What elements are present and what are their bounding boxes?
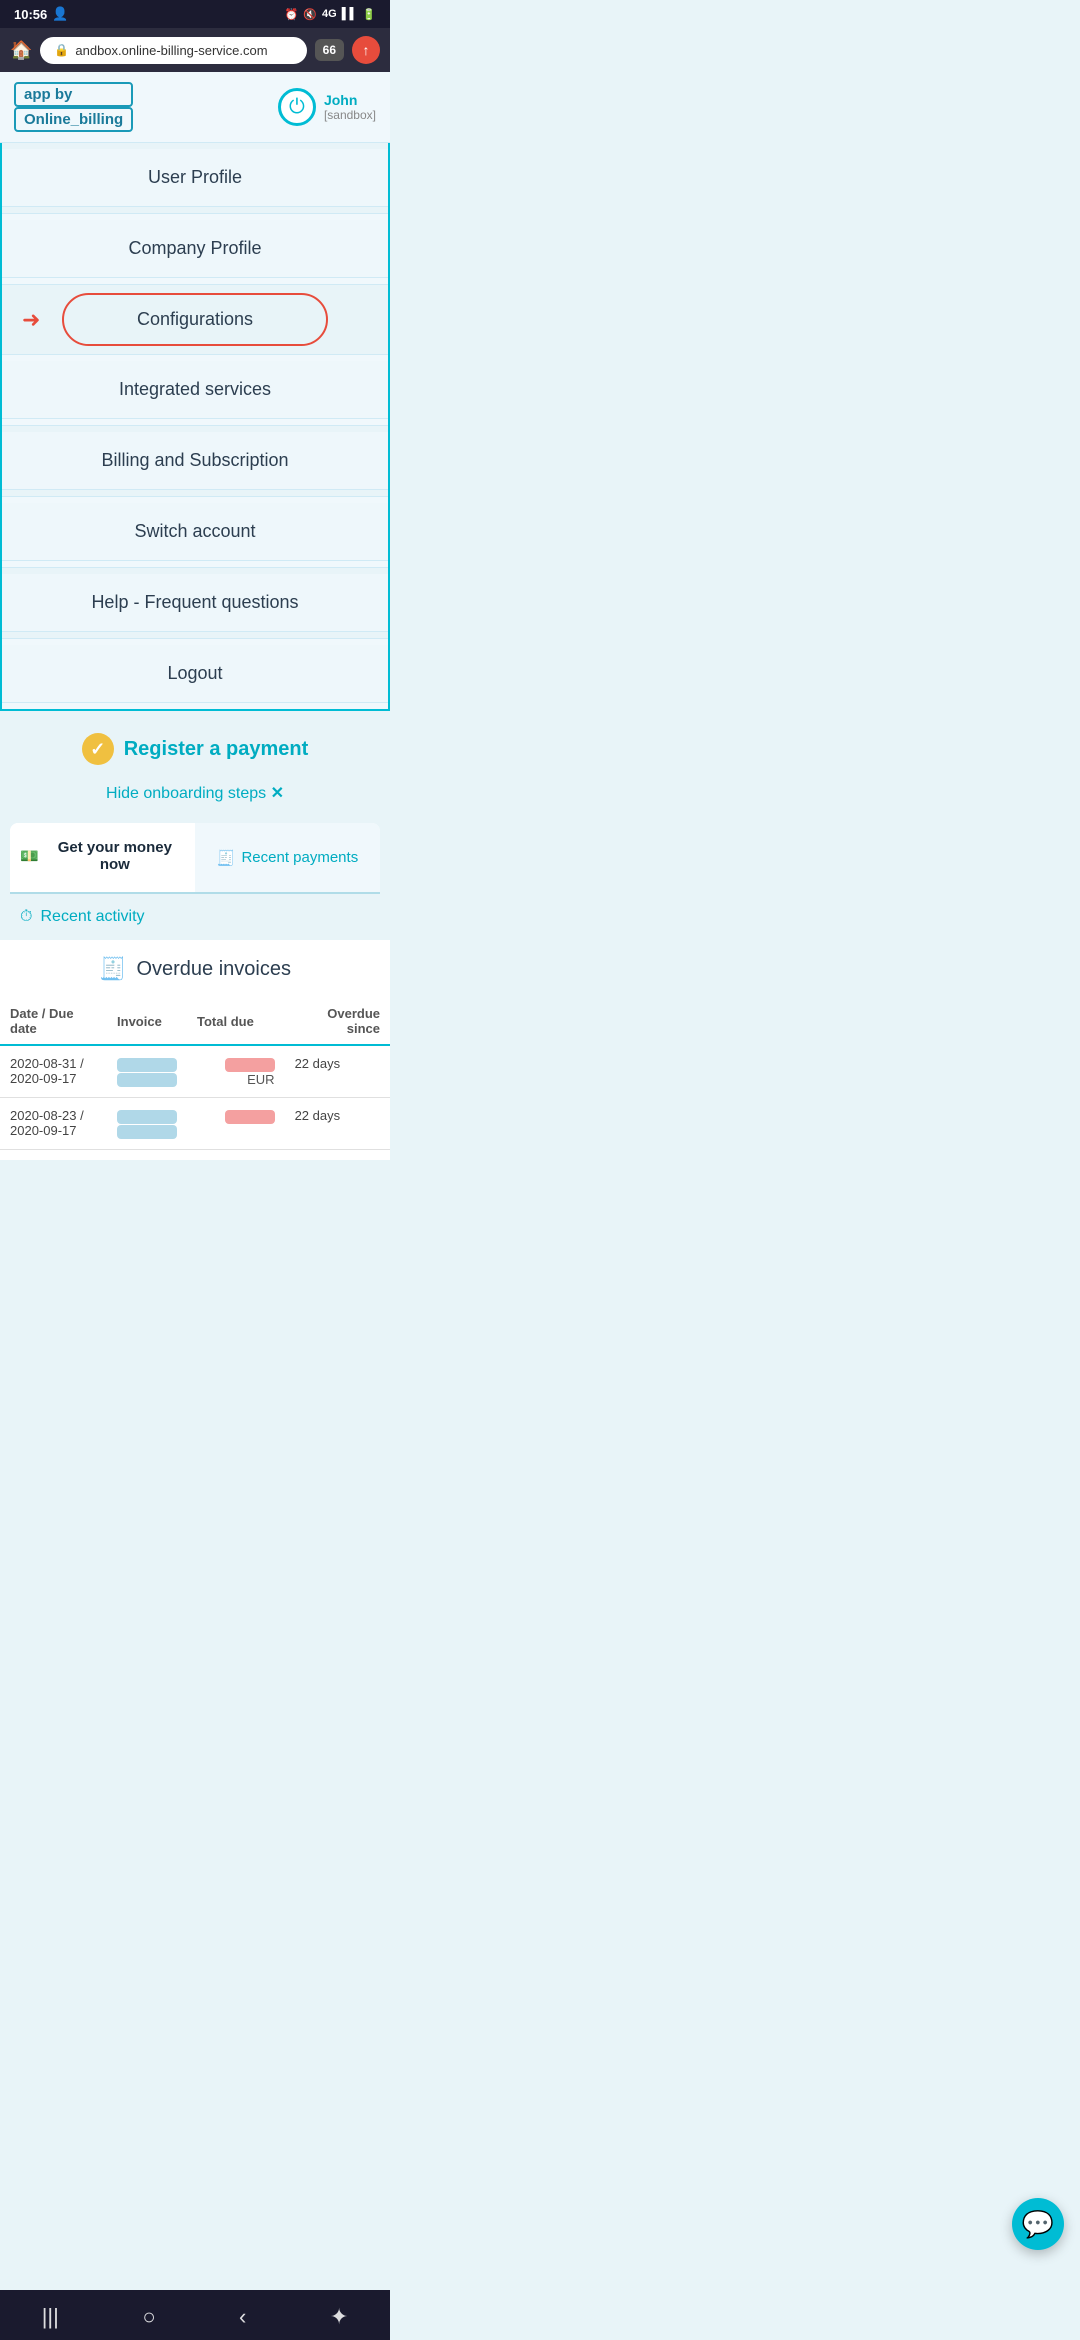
nav-accessibility-icon[interactable]: ✦ [330,2304,348,2330]
home-icon[interactable]: 🏠 [10,40,32,61]
status-bar-left: 10:56 👤 [14,6,68,22]
browser-bar: 🏠 🔒 andbox.online-billing-service.com 66… [0,28,390,72]
blurred-invoice-2b [117,1125,177,1139]
time-display: 10:56 [14,7,47,22]
battery-icon: 🔋 [362,8,376,21]
user-info: John [sandbox] [324,92,376,122]
menu-item-wrapper-logout: Logout [2,639,388,709]
menu-item-logout[interactable]: Logout [2,645,388,703]
network-icon: 4G [322,8,337,20]
nav-bar: ||| ○ ‹ ✦ [0,2290,390,2340]
user-badge[interactable]: ⏻ John [sandbox] [278,88,376,126]
chat-button[interactable]: 💬 [1012,2198,1064,2250]
status-bar-right: ⏰ 🔇 4G ▌▌ 🔋 [285,8,376,21]
url-text: andbox.online-billing-service.com [75,43,267,58]
row2-date: 2020-08-23 /2020-09-17 [0,1098,107,1150]
recent-activity-label: Recent activity [40,908,144,926]
url-bar[interactable]: 🔒 andbox.online-billing-service.com [40,37,306,64]
menu-item-configurations[interactable]: Configurations [62,293,328,346]
clock-icon: ⏱ [20,908,32,926]
menu-item-wrapper-billing-subscription: Billing and Subscription [2,426,388,497]
row2-amount [187,1098,285,1150]
nav-menu-icon[interactable]: ||| [42,2304,59,2330]
table-row: 2020-08-23 /2020-09-17 22 days [0,1098,390,1150]
app-name: Online_billing [14,107,133,132]
menu-item-wrapper-company-profile: Company Profile [2,214,388,285]
menu-item-wrapper-integrated-services: Integrated services [2,355,388,426]
row2-overdue: 22 days [285,1098,390,1150]
upload-icon[interactable]: ↑ [352,36,380,64]
blurred-invoice-1a [117,1058,177,1072]
currency-label-1: EUR [247,1072,274,1087]
tabs-row: 💵 Get your money now 🧾 Recent payments [10,823,380,894]
tab-recent-payments-label: Recent payments [241,849,358,866]
blurred-invoice-2a [117,1110,177,1124]
arrow-icon: ➜ [22,307,40,333]
tab-get-money-label: Get your money now [45,839,185,873]
alarm-icon: ⏰ [285,8,299,21]
row1-date: 2020-08-31 /2020-09-17 [0,1045,107,1098]
blurred-amount-2 [225,1110,275,1124]
overdue-title-label: Overdue invoices [136,958,291,981]
invoice-table: Date / Due date Invoice Total due Overdu… [0,998,390,1150]
menu-item-user-profile[interactable]: User Profile [2,149,388,207]
nav-home-icon[interactable]: ○ [142,2304,155,2330]
user-sandbox: [sandbox] [324,108,376,122]
menu-item-wrapper-switch-account: Switch account [2,497,388,568]
hide-onboarding[interactable]: Hide onboarding steps ✕ [0,775,390,823]
col-date: Date / Due date [0,998,107,1045]
row2-invoice [107,1098,187,1150]
menu-item-billing-subscription[interactable]: Billing and Subscription [2,432,388,490]
col-total-due: Total due [187,998,285,1045]
tab-get-money[interactable]: 💵 Get your money now [10,823,195,892]
invoice-icon: 🧾 [99,956,126,982]
menu-item-company-profile[interactable]: Company Profile [2,220,388,278]
overdue-section: 🧾 Overdue invoices Date / Due date Invoi… [0,940,390,1160]
row1-amount: EUR [187,1045,285,1098]
lock-icon: 🔒 [54,43,69,57]
brand-label: app by [14,82,133,107]
register-payment-section[interactable]: ✓ Register a payment [0,711,390,775]
blurred-invoice-1b [117,1073,177,1087]
recent-activity[interactable]: ⏱ Recent activity [0,894,390,940]
app-header: app by Online_billing ⏻ John [sandbox] [0,72,390,143]
person-icon: 👤 [52,6,68,22]
tabs-count[interactable]: 66 [315,39,344,61]
checkmark-icon: ✓ [82,733,114,765]
overdue-title: 🧾 Overdue invoices [0,940,390,998]
table-header-row: Date / Due date Invoice Total due Overdu… [0,998,390,1045]
menu-item-wrapper-help-faq: Help - Frequent questions [2,568,388,639]
nav-back-icon[interactable]: ‹ [239,2304,246,2330]
row1-overdue: 22 days [285,1045,390,1098]
register-payment-label: Register a payment [124,738,309,761]
close-icon[interactable]: ✕ [271,785,284,802]
menu-item-integrated-services[interactable]: Integrated services [2,361,388,419]
tab-recent-payments[interactable]: 🧾 Recent payments [195,823,380,892]
menu-item-help-faq[interactable]: Help - Frequent questions [2,574,388,632]
power-icon: ⏻ [278,88,316,126]
col-overdue-since: Overdue since [285,998,390,1045]
status-bar: 10:56 👤 ⏰ 🔇 4G ▌▌ 🔋 [0,0,390,28]
main-content: ✓ Register a payment Hide onboarding ste… [0,711,390,1160]
menu-item-switch-account[interactable]: Switch account [2,503,388,561]
receipt-icon: 🧾 [217,849,236,867]
col-invoice: Invoice [107,998,187,1045]
blurred-amount-1 [225,1058,275,1072]
dropdown-menu: User Profile Company Profile ➜ Configura… [0,143,390,711]
row1-invoice [107,1045,187,1098]
app-brand: app by Online_billing [14,82,133,132]
mute-icon: 🔇 [303,8,317,21]
hide-onboarding-label: Hide onboarding steps [106,785,266,802]
user-name: John [324,92,376,108]
menu-item-wrapper-user-profile: User Profile [2,143,388,214]
signal-icon: ▌▌ [342,8,358,20]
table-row: 2020-08-31 /2020-09-17 EUR 22 days [0,1045,390,1098]
chat-icon: 💬 [1022,2209,1054,2240]
menu-item-wrapper-configurations: ➜ Configurations [2,285,388,355]
money-icon: 💵 [20,847,39,865]
